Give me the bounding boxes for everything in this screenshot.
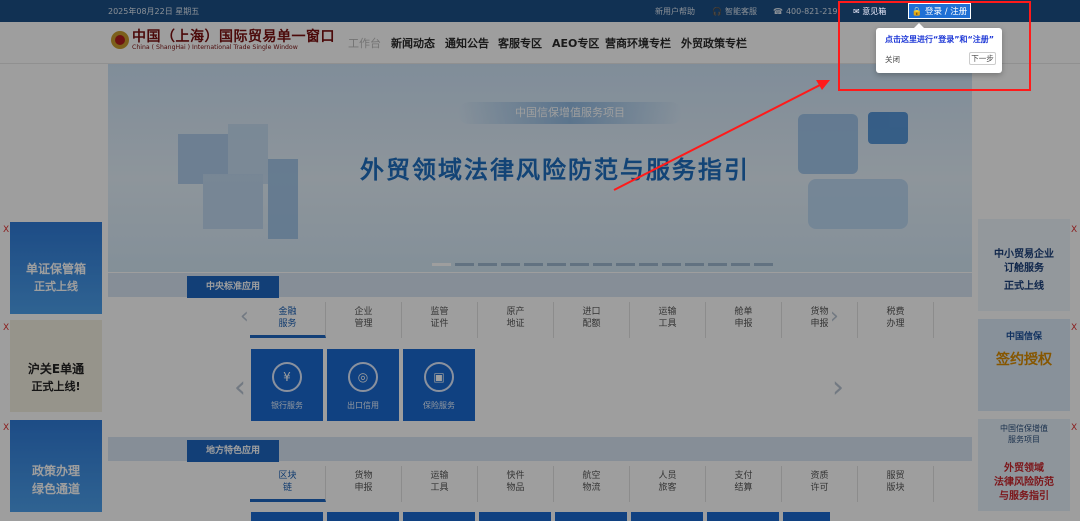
annotation-arrow (613, 80, 830, 191)
